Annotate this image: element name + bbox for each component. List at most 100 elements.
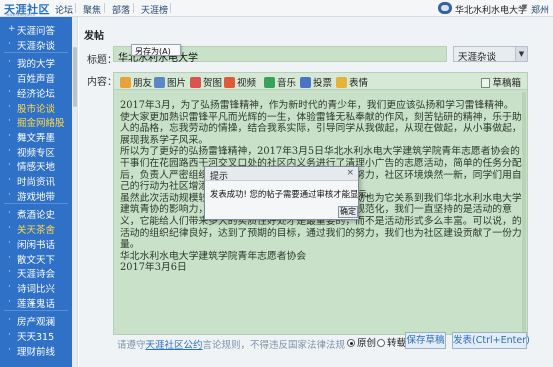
sidebar-item[interactable]: · 莲蓬鬼话 [0, 295, 72, 310]
sidebar-item[interactable]: · 理财前线 [0, 343, 72, 358]
sidebar-item-marker: · [8, 130, 11, 141]
toolbar-button-label: 音乐 [277, 78, 297, 89]
sidebar-item[interactable]: · 时尚资讯 [0, 173, 72, 188]
sidebar-item-marker: + [8, 24, 16, 34]
sidebar-item-label: 时尚资讯 [17, 177, 56, 188]
sidebar-item-marker: · [8, 38, 11, 49]
original-radio[interactable]: 原创 [347, 335, 376, 349]
sidebar-item-marker: · [8, 208, 11, 219]
sidebar-item-marker: · [8, 223, 11, 234]
toolbar-vote-button[interactable]: 投票 [300, 75, 332, 89]
sidebar-item-marker: · [8, 116, 11, 127]
sidebar-item[interactable]: · 散文天下 [0, 251, 72, 266]
sidebar-item-marker: · [8, 252, 11, 263]
sidebar-item-marker: · [8, 101, 11, 112]
sidebar-item[interactable]: · 游戏地带 [0, 188, 72, 203]
sidebar-item[interactable]: · 天天315 [0, 328, 72, 343]
rules-notice: 请遵守天涯社区公约言论规则，不得违反国家法律法规 [117, 337, 345, 351]
sidebar-divider [4, 203, 68, 205]
nav-link-forum[interactable]: 论坛 [55, 3, 73, 16]
sidebar-item[interactable]: · 舞文弄墨 [0, 129, 72, 144]
video-icon [224, 77, 235, 88]
sidebar-item-label: 理财前线 [17, 346, 56, 358]
user-avatar[interactable] [438, 2, 452, 14]
sidebar-item[interactable]: · 房产观澜 [0, 313, 72, 329]
rules-suffix: 言论规则，不得违反国家法律法规 [202, 340, 346, 351]
dialog-message: 发表成功! 您的帖子需要通过审核才能显示。 [210, 189, 376, 199]
toolbar-friend-button[interactable]: 朋友 [120, 75, 152, 89]
community-rules-link[interactable]: 天涯社区公约 [146, 340, 203, 351]
chevron-down-icon[interactable]: ▼ [515, 47, 527, 61]
toolbar-music-button[interactable]: 音乐 [264, 75, 297, 89]
publish-button[interactable]: 发表(Ctrl+Enter) [452, 332, 530, 349]
dialog-title: 提示 [210, 172, 229, 182]
user-location[interactable]: 郑州 [531, 3, 549, 16]
radio-selected-icon[interactable] [347, 339, 355, 347]
sidebar: + 天涯问答 · 天涯杂谈 · 我的大学 · 百姓声音 · 经济论坛 · 股市论谈 · 掘金网絡股 · 舞文弄… [0, 17, 72, 367]
board-select-value: 天涯杂谈 [458, 52, 497, 63]
sidebar-item[interactable]: · 掘金网絡股 [0, 114, 72, 130]
nav-link-tribe[interactable]: 部落 [112, 3, 130, 16]
nav-divider [104, 3, 105, 13]
sidebar-item[interactable]: · 情感天地 [0, 158, 72, 174]
board-select[interactable]: 天涯杂谈 ▼ [453, 46, 528, 63]
dialog-titlebar[interactable]: 提示 × [205, 167, 358, 182]
sidebar-item-marker: · [8, 267, 11, 278]
sidebar-item-marker: · [8, 72, 11, 83]
site-logo[interactable]: 天涯社区 www.tianya.cn [4, 1, 50, 17]
toolbar-button-label: 视频 [237, 78, 257, 89]
save-draft-button[interactable]: 保存草稿 [405, 332, 446, 349]
sidebar-item[interactable]: · 闲闲书话 [0, 236, 72, 251]
radio-empty-icon[interactable] [377, 339, 385, 347]
sidebar-item[interactable]: · 百姓声音 [0, 70, 72, 85]
sidebar-item-label: 掘金网絡股 [17, 118, 65, 130]
sidebar-item-label: 情感天地 [17, 162, 56, 174]
toolbar-button-label: 图片 [167, 78, 187, 89]
toolbar-image-button[interactable]: 图片 [154, 75, 187, 89]
sidebar-item-label: 天天315 [17, 332, 55, 343]
editor-paragraph: 2017年3月6日 [120, 262, 187, 274]
sidebar-divider [4, 310, 68, 312]
sidebar-item[interactable]: · 天涯杂谈 [0, 37, 72, 52]
save-as-tooltip[interactable]: 另存为(A) [131, 44, 181, 56]
original-radio-label: 原创 [357, 338, 377, 349]
draft-box-button[interactable]: 草稿箱 [481, 75, 521, 89]
sidebar-item-label: 房产观澜 [17, 317, 56, 329]
sidebar-item[interactable]: · 视频专区 [0, 144, 72, 159]
image-icon [154, 77, 165, 88]
sidebar-item-marker: · [8, 189, 11, 200]
close-icon[interactable]: × [346, 168, 354, 178]
repost-radio[interactable]: 转载 [377, 335, 406, 349]
sidebar-item[interactable]: · 我的大学 [0, 55, 72, 70]
toolbar-video-button[interactable]: 视频 [224, 75, 257, 89]
sidebar-scrollbar[interactable] [72, 17, 78, 367]
user-name[interactable]: 华北水利水电大学 [455, 3, 527, 16]
sidebar-item-marker: · [8, 145, 11, 156]
sidebar-item[interactable]: · 诗词比兴 [0, 280, 72, 295]
toolbar-button-label: 表情 [349, 78, 369, 89]
sidebar-item[interactable]: · 关天茶舍 [0, 221, 72, 236]
vote-icon [300, 77, 311, 88]
nav-divider [133, 3, 134, 13]
chevron-down-icon[interactable]: ▼ [522, 3, 527, 11]
nav-link-ranking[interactable]: 天涯榜 [141, 3, 168, 16]
sidebar-item-label: 天涯诗会 [17, 269, 56, 281]
nav-divider [170, 3, 171, 13]
sidebar-item-label: 散文天下 [17, 254, 56, 266]
toolbar-greeting-button[interactable]: 贺图 [190, 75, 222, 89]
ok-button[interactable]: 确定 [338, 206, 358, 218]
draft-box-icon [481, 78, 491, 88]
toolbar-emoji-button[interactable]: 表情 [336, 75, 369, 89]
sidebar-item[interactable]: · 煮酒论史 [0, 206, 72, 221]
nav-link-focus[interactable]: 聚焦 [83, 3, 101, 16]
sidebar-item[interactable]: · 经济论坛 [0, 85, 72, 100]
editor-scrollbar[interactable] [521, 90, 527, 334]
sidebar-divider [4, 52, 68, 54]
sidebar-item-label: 诗词比兴 [17, 283, 56, 295]
top-bar: 天涯社区 www.tianya.cn 论坛 聚焦 部落 天涯榜 华北水利水电大学… [0, 0, 553, 17]
sidebar-item-label: 闲闲书话 [17, 239, 56, 251]
sidebar-item[interactable]: · 天涯诗会 [0, 265, 72, 281]
music-icon [264, 77, 275, 88]
sidebar-item[interactable]: · 股市论谈 [0, 100, 72, 115]
sidebar-item[interactable]: + 天涯问答 [0, 22, 72, 37]
